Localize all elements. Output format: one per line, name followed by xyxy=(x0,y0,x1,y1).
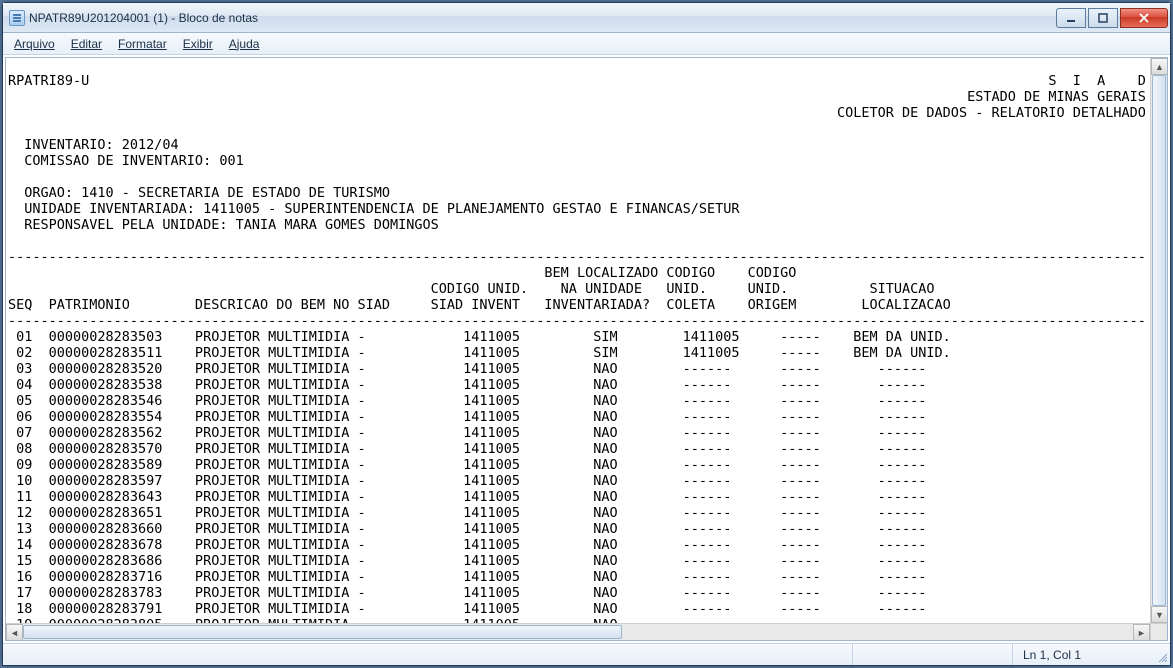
maximize-button[interactable] xyxy=(1088,8,1118,28)
menu-exibir-label: Exibir xyxy=(183,37,213,51)
vertical-scroll-thumb[interactable] xyxy=(1152,75,1166,606)
minimize-button[interactable] xyxy=(1056,8,1086,28)
editor-viewport: RPATRI89-U S I A D xyxy=(5,57,1168,641)
titlebar[interactable]: NPATR89U201204001 (1) - Bloco de notas xyxy=(3,3,1170,33)
scroll-left-button[interactable]: ◄ xyxy=(6,624,23,641)
horizontal-scroll-track[interactable] xyxy=(23,624,1133,640)
scroll-down-button[interactable]: ▼ xyxy=(1151,606,1168,623)
notepad-icon xyxy=(9,10,25,26)
scroll-up-button[interactable]: ▲ xyxy=(1151,58,1168,75)
status-empty-cell xyxy=(852,644,1012,665)
menu-exibir[interactable]: Exibir xyxy=(176,35,220,53)
menubar: Arquivo Editar Formatar Exibir Ajuda xyxy=(3,33,1170,55)
status-lncol: Ln 1, Col 1 xyxy=(1012,644,1152,665)
text-content[interactable]: RPATRI89-U S I A D xyxy=(6,72,1167,627)
vertical-scrollbar[interactable]: ▲ ▼ xyxy=(1150,58,1167,623)
statusbar: Ln 1, Col 1 xyxy=(3,643,1170,665)
scroll-corner xyxy=(1150,623,1167,640)
close-button[interactable] xyxy=(1120,8,1168,28)
menu-editar[interactable]: Editar xyxy=(64,35,109,53)
notepad-window: NPATR89U201204001 (1) - Bloco de notas A… xyxy=(2,2,1171,666)
scroll-right-button[interactable]: ► xyxy=(1133,624,1150,641)
horizontal-scroll-thumb[interactable] xyxy=(23,625,622,639)
menu-editar-label: Editar xyxy=(71,37,102,51)
menu-ajuda-label: Ajuda xyxy=(229,37,260,51)
vertical-scroll-track[interactable] xyxy=(1151,75,1167,606)
menu-arquivo-label: Arquivo xyxy=(14,37,55,51)
menu-arquivo[interactable]: Arquivo xyxy=(7,35,62,53)
menu-formatar[interactable]: Formatar xyxy=(111,35,174,53)
menu-formatar-label: Formatar xyxy=(118,37,167,51)
resize-grip[interactable] xyxy=(1152,644,1170,665)
window-controls xyxy=(1054,8,1168,28)
horizontal-scrollbar[interactable]: ◄ ► xyxy=(6,623,1150,640)
menu-ajuda[interactable]: Ajuda xyxy=(222,35,267,53)
window-title: NPATR89U201204001 (1) - Bloco de notas xyxy=(29,11,1050,25)
